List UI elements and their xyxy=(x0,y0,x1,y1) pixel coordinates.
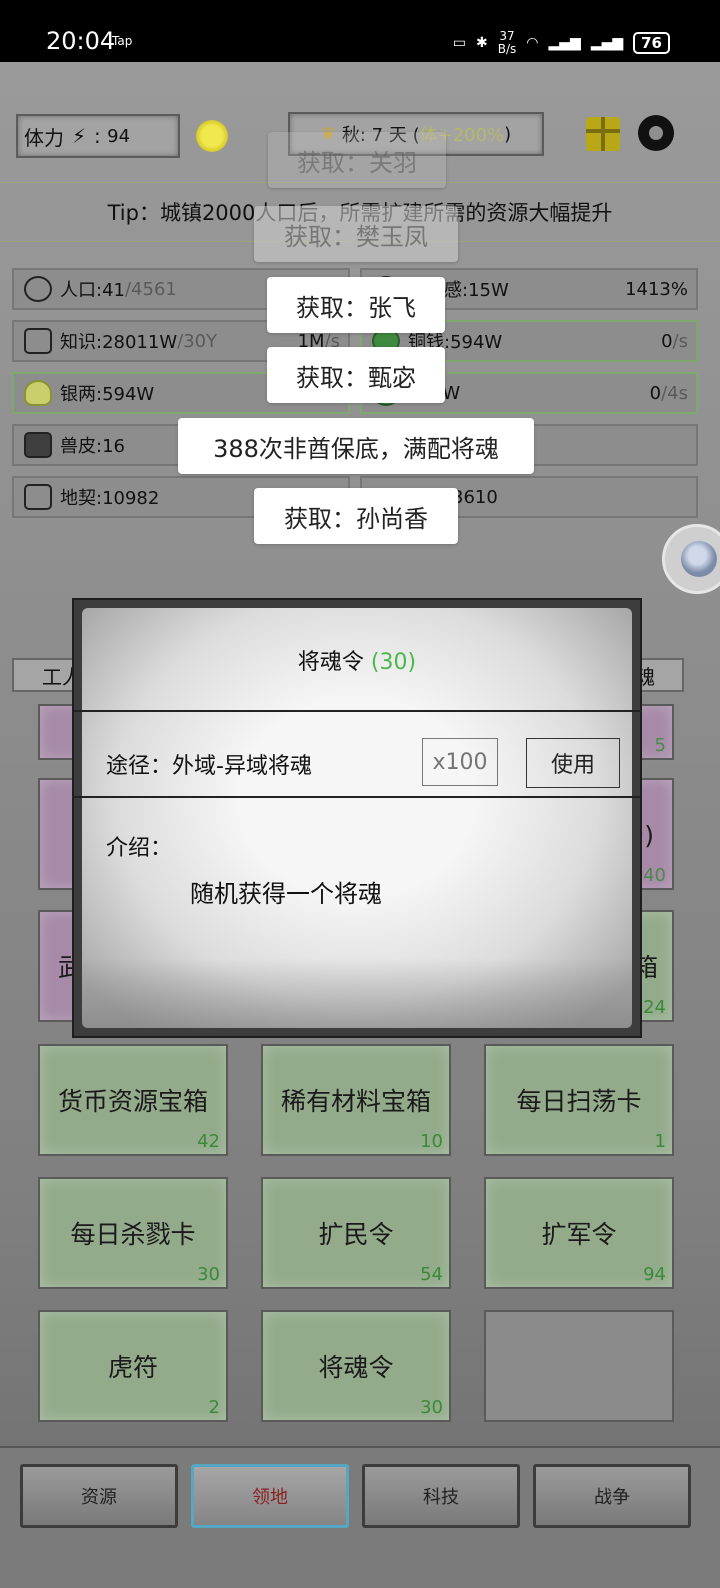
divider xyxy=(72,796,642,798)
toast-notification: 获取：关羽 xyxy=(268,132,446,188)
quantity-input[interactable] xyxy=(422,738,498,786)
toast-notification: 获取：张飞 xyxy=(267,277,445,333)
signal-icon: ▂▄▆ xyxy=(548,35,581,51)
gear-icon[interactable] xyxy=(638,115,674,151)
sun-icon xyxy=(196,120,228,152)
stamina-box: 体力 ⚡ : 94 xyxy=(16,114,180,158)
toast-notification: 获取：孙尚香 xyxy=(254,488,458,544)
carrier-label: Tap xyxy=(112,34,133,48)
item-detail-dialog: 将魂令 (30) 途径：外域-异域将魂 使用 介绍： 随机获得一个将魂 xyxy=(72,598,642,1038)
clock: 20:04 xyxy=(46,27,116,55)
divider xyxy=(72,710,642,712)
fur-icon xyxy=(24,432,52,458)
item-card[interactable]: 每日杀戮卡 30 xyxy=(38,1177,228,1289)
bluetooth-icon: ✱ xyxy=(476,35,488,51)
nav-tech[interactable]: 科技 xyxy=(362,1464,520,1528)
status-icons: ▭ ✱ 37 B/s ◠ ▂▄▆ ▂▄▆ 76 xyxy=(453,30,670,56)
gift-icon[interactable] xyxy=(586,117,620,151)
status-bar: 20:04 Tap ▭ ✱ 37 B/s ◠ ▂▄▆ ▂▄▆ 76 xyxy=(0,0,720,62)
item-card[interactable]: 虎符 2 xyxy=(38,1310,228,1422)
item-card[interactable]: 扩军令 94 xyxy=(484,1177,674,1289)
toast-notification: 获取：樊玉凤 xyxy=(254,206,458,262)
nav-war[interactable]: 战争 xyxy=(533,1464,691,1528)
route-label: 途径：外域-异域将魂 xyxy=(106,754,312,779)
empty-card-slot xyxy=(484,1310,674,1422)
battle-scene-art xyxy=(82,958,632,1028)
net-speed: 37 B/s xyxy=(497,29,517,56)
intro-label: 介绍： xyxy=(106,836,173,861)
item-card[interactable]: 将魂令 30 xyxy=(261,1310,451,1422)
lightning-icon: ⚡ xyxy=(72,124,87,148)
battery-icon: 76 xyxy=(633,32,670,54)
nav-territory[interactable]: 领地 xyxy=(191,1464,349,1528)
item-count: (30) xyxy=(370,650,417,675)
deed-icon xyxy=(24,484,52,510)
wifi-icon: ◠ xyxy=(526,35,539,51)
item-card[interactable]: 货币资源宝箱 42 xyxy=(38,1044,228,1156)
floating-assistant-button[interactable] xyxy=(662,524,720,594)
stamina-value: 94 xyxy=(107,125,131,147)
item-card[interactable]: 每日扫荡卡 1 xyxy=(484,1044,674,1156)
nav-resources[interactable]: 资源 xyxy=(20,1464,178,1528)
item-card[interactable]: 扩民令 54 xyxy=(261,1177,451,1289)
toast-notification: 获取：甄宓 xyxy=(267,347,445,403)
signal-icon-2: ▂▄▆ xyxy=(590,35,624,51)
item-card[interactable]: 稀有材料宝箱 10 xyxy=(261,1044,451,1156)
toast-notification: 388次非酋保底，满配将魂 xyxy=(178,418,534,474)
people-icon xyxy=(24,276,52,302)
use-button[interactable]: 使用 xyxy=(526,738,620,788)
bottom-nav: 资源 领地 科技 战争 xyxy=(0,1446,720,1588)
cast-icon: ▭ xyxy=(452,35,467,51)
intro-text: 随机获得一个将魂 xyxy=(190,880,382,908)
stamina-label: 体力 xyxy=(24,125,64,150)
dialog-title: 将魂令 (30) xyxy=(297,650,417,675)
book-icon xyxy=(24,328,52,354)
silver-ingot-icon xyxy=(24,380,52,406)
